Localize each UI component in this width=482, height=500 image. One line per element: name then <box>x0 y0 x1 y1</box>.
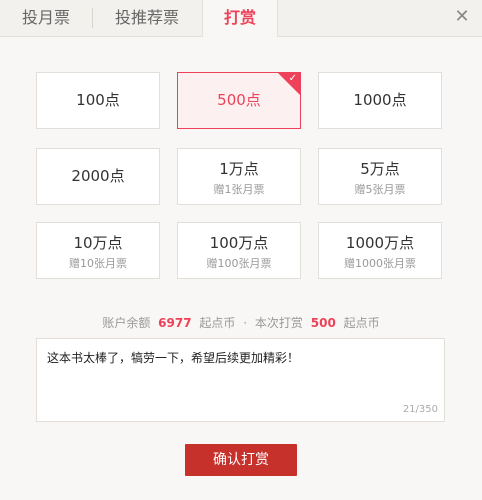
tip-option-amount: 1万点 <box>219 160 259 178</box>
confirm-tip-button[interactable]: 确认打赏 <box>185 444 297 476</box>
tip-option-amount: 1000万点 <box>345 234 415 252</box>
tip-option-amount: 5万点 <box>360 160 400 178</box>
char-counter: 21/350 <box>402 404 438 415</box>
tip-option-500[interactable]: 500点 ✓ <box>177 72 301 129</box>
tip-option-amount: 100点 <box>76 91 120 109</box>
tip-option-amount: 10万点 <box>73 234 123 252</box>
tip-option-10k[interactable]: 1万点 赠1张月票 <box>177 148 301 205</box>
tab-bar: 投月票 投推荐票 打赏 ✕ <box>0 0 482 37</box>
tip-unit: 起点币 <box>343 316 380 330</box>
tip-option-bonus: 赠1000张月票 <box>344 257 416 270</box>
tip-option-1000[interactable]: 1000点 <box>318 72 442 129</box>
tip-option-bonus: 赠10张月票 <box>69 257 127 270</box>
tip-option-100k[interactable]: 10万点 赠10张月票 <box>36 222 160 279</box>
tip-option-amount: 100万点 <box>209 234 269 252</box>
tab-monthly-ticket[interactable]: 投月票 <box>0 0 92 36</box>
tip-value: 500 <box>310 316 336 330</box>
balance-label: 账户余额 <box>102 316 151 330</box>
tip-option-2000[interactable]: 2000点 <box>36 148 160 205</box>
tab-tip[interactable]: 打赏 <box>202 0 278 37</box>
tip-option-bonus: 赠100张月票 <box>206 257 272 270</box>
balance-unit: 起点币 <box>199 316 236 330</box>
tab-recommend-ticket[interactable]: 投推荐票 <box>93 0 201 36</box>
tip-option-10m[interactable]: 1000万点 赠1000张月票 <box>318 222 442 279</box>
tip-option-amount: 1000点 <box>353 91 407 109</box>
tip-option-50k[interactable]: 5万点 赠5张月票 <box>318 148 442 205</box>
tip-option-amount: 2000点 <box>71 167 125 185</box>
tip-option-100[interactable]: 100点 <box>36 72 160 129</box>
balance-summary: 账户余额 6977 起点币 · 本次打赏 500 起点币 <box>0 314 482 331</box>
close-icon[interactable]: ✕ <box>452 7 472 27</box>
message-input[interactable]: 这本书太棒了，犒劳一下，希望后续更加精彩！ 21/350 <box>36 338 445 422</box>
tip-options-grid: 100点 500点 ✓ 1000点 2000点 1万点 赠1张月票 5万点 赠5… <box>36 72 445 282</box>
message-text[interactable]: 这本书太棒了，犒劳一下，希望后续更加精彩！ <box>47 349 434 367</box>
tip-option-bonus: 赠1张月票 <box>213 183 265 196</box>
separator-dot: · <box>243 316 248 330</box>
tip-option-1m[interactable]: 100万点 赠100张月票 <box>177 222 301 279</box>
tip-option-bonus: 赠5张月票 <box>354 183 406 196</box>
balance-value: 6977 <box>158 316 192 330</box>
tip-label: 本次打赏 <box>254 316 303 330</box>
check-icon: ✓ <box>288 73 297 84</box>
